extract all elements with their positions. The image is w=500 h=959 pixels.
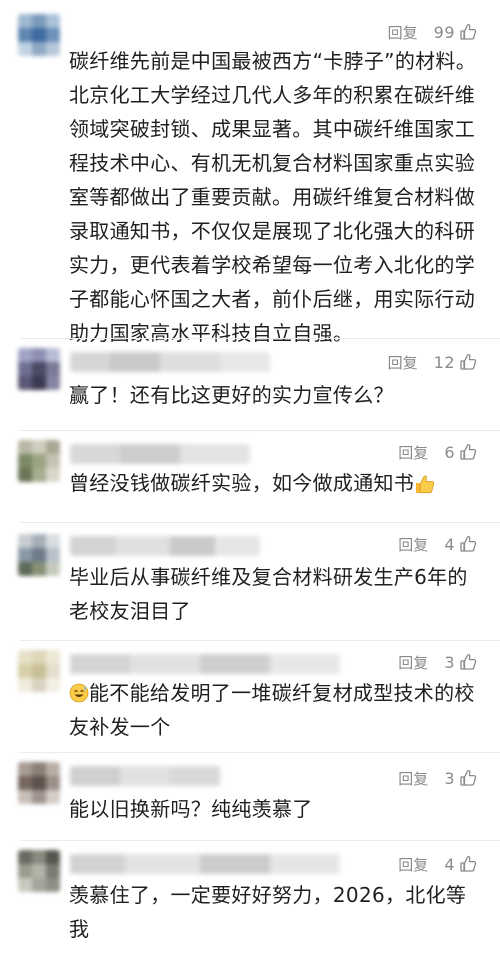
- like-count: 3: [444, 652, 455, 672]
- comment-actions: 回复 3: [398, 650, 478, 674]
- thumbs-up-icon[interactable]: [458, 768, 478, 788]
- comment-actions: 回复 99: [388, 20, 478, 44]
- avatar[interactable]: [18, 534, 60, 576]
- comment-actions: 回复 12: [388, 350, 478, 374]
- thumbs-up-icon[interactable]: [458, 442, 478, 462]
- comment-item: 回复 4 羡慕住了，一定要好好努力，2026，北化等我: [0, 842, 500, 959]
- comment-text: 曾经没钱做碳纤实验，如今做成通知书: [69, 471, 415, 495]
- username-blurred[interactable]: [70, 766, 220, 786]
- comment-text-row: 能不能给发明了一堆碳纤复材成型技术的校友补发一个: [69, 676, 480, 744]
- thumbs-up-icon[interactable]: [458, 854, 478, 874]
- avatar[interactable]: [18, 440, 60, 482]
- comment-item: 回复 3 能不能给发明了一堆碳纤复材成型技术的校友补发一个: [0, 642, 500, 754]
- divider: [20, 752, 500, 753]
- username-blurred[interactable]: [70, 536, 260, 556]
- comment-text-row: 曾经没钱做碳纤实验，如今做成通知书: [69, 466, 480, 500]
- avatar[interactable]: [18, 650, 60, 692]
- reply-button[interactable]: 回复: [398, 442, 428, 463]
- reply-button[interactable]: 回复: [398, 652, 428, 673]
- comment-item: 回复 99 碳纤维先前是中国最被西方“卡脖子”的材料。北京化工大学经过几代人多年…: [0, 0, 500, 345]
- comment-item: 回复 4 毕业后从事碳纤维及复合材料研发生产6年的老校友泪目了: [0, 524, 500, 642]
- comment-text: 碳纤维先前是中国最被西方“卡脖子”的材料。北京化工大学经过几代人多年的积累在碳纤…: [69, 49, 477, 345]
- comment-feed: 回复 99 碳纤维先前是中国最被西方“卡脖子”的材料。北京化工大学经过几代人多年…: [0, 0, 500, 959]
- username-blurred[interactable]: [70, 654, 340, 674]
- thumbs-up-icon[interactable]: [458, 652, 478, 672]
- like-count: 4: [444, 534, 455, 554]
- username-blurred[interactable]: [70, 444, 250, 464]
- comment-text: 羡慕住了，一定要好好努力，2026，北化等我: [69, 883, 467, 941]
- reply-button[interactable]: 回复: [388, 352, 418, 373]
- comment-actions: 回复 6: [398, 440, 478, 464]
- avatar[interactable]: [18, 850, 60, 892]
- comment-item: 回复 6 曾经没钱做碳纤实验，如今做成通知书: [0, 432, 500, 524]
- divider: [20, 430, 500, 431]
- avatar[interactable]: [18, 14, 60, 56]
- comment-actions: 回复 4: [398, 532, 478, 556]
- like-count: 12: [433, 352, 455, 372]
- avatar[interactable]: [18, 762, 60, 804]
- thumbs-up-icon[interactable]: [458, 22, 478, 42]
- thumbs-up-icon[interactable]: [458, 352, 478, 372]
- thumbs-up-emoji: [414, 473, 435, 494]
- comment-item: 回复 3 能以旧换新吗？纯纯羡慕了: [0, 754, 500, 842]
- like-count: 4: [444, 854, 455, 874]
- divider: [20, 338, 500, 339]
- avatar[interactable]: [18, 348, 60, 390]
- reply-button[interactable]: 回复: [398, 768, 428, 789]
- comment-text: 毕业后从事碳纤维及复合材料研发生产6年的老校友泪目了: [69, 565, 468, 623]
- divider: [20, 640, 500, 641]
- comment-actions: 回复 4: [398, 852, 478, 876]
- reply-button[interactable]: 回复: [398, 534, 428, 555]
- username-blurred[interactable]: [70, 352, 270, 372]
- comment-item: 回复 12 赢了！还有比这更好的实力宣传么？: [0, 340, 500, 432]
- like-count: 99: [433, 22, 455, 42]
- divider: [20, 840, 500, 841]
- reply-button[interactable]: 回复: [398, 854, 428, 875]
- comment-text: 能不能给发明了一堆碳纤复材成型技术的校友补发一个: [69, 681, 475, 739]
- comment-actions: 回复 3: [398, 766, 478, 790]
- thumbs-up-icon[interactable]: [458, 534, 478, 554]
- reply-button[interactable]: 回复: [388, 22, 418, 43]
- divider: [20, 522, 500, 523]
- like-count: 6: [444, 442, 455, 462]
- like-count: 3: [444, 768, 455, 788]
- comment-text: 能以旧换新吗？纯纯羡慕了: [69, 797, 313, 821]
- username-blurred[interactable]: [70, 854, 340, 874]
- comment-text: 赢了！还有比这更好的实力宣传么？: [69, 383, 394, 407]
- sweat-smile-emoji: [69, 683, 89, 703]
